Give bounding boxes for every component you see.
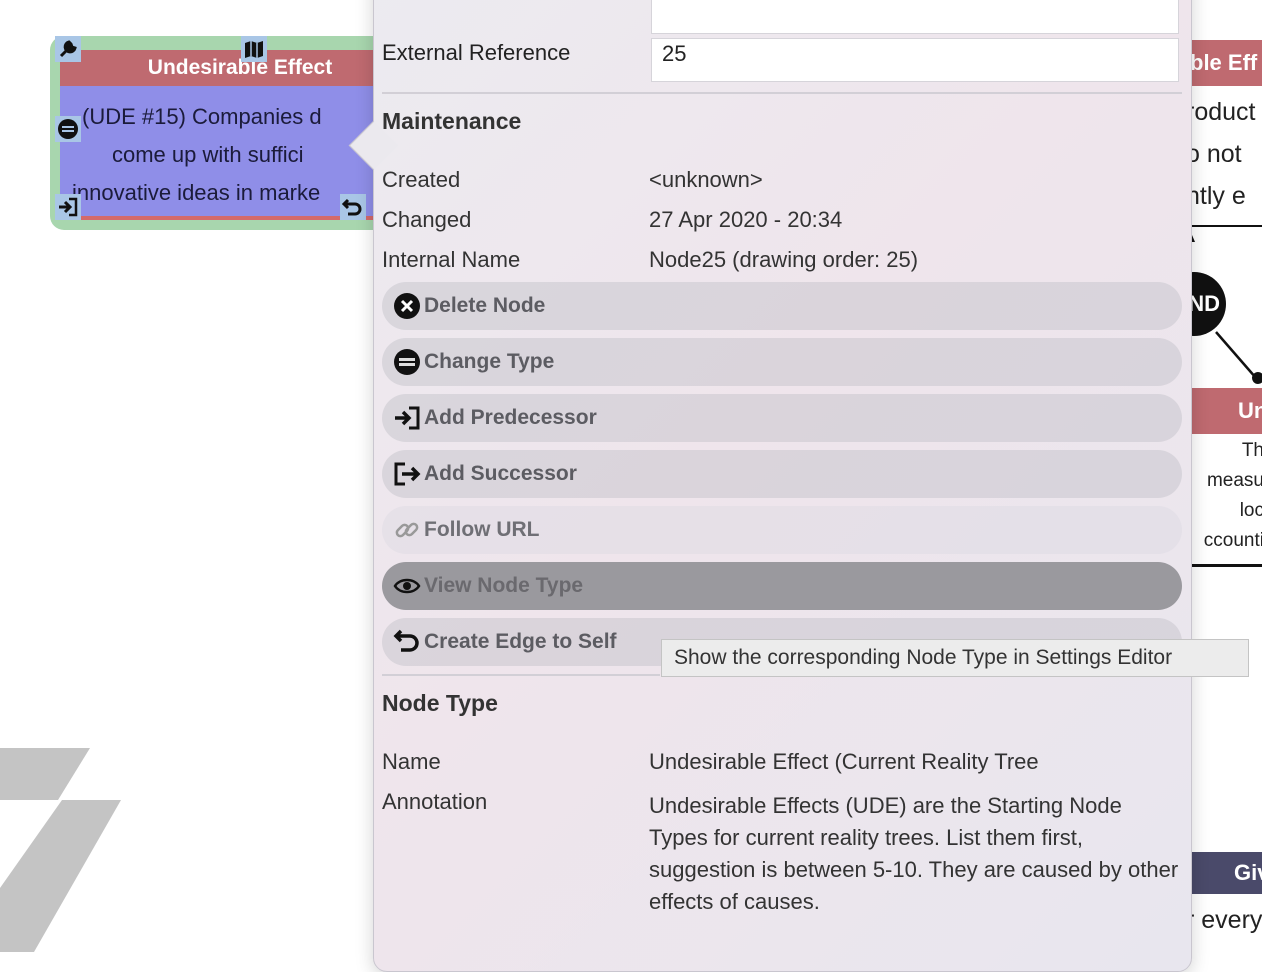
internal-name-value: Node25 (drawing order: 25) — [649, 247, 919, 272]
node-header: Un — [1190, 388, 1262, 434]
node-type-section-title: Node Type — [382, 690, 498, 716]
wrench-icon[interactable] — [55, 36, 81, 62]
changed-label: Changed — [382, 207, 472, 232]
node-line: r every — [1186, 906, 1262, 934]
add-successor-button[interactable]: Add Successor — [382, 450, 1182, 498]
action-label: Delete Node — [424, 294, 546, 317]
divider — [382, 92, 1182, 94]
divider — [382, 674, 660, 676]
node-line: (UDE #15) Companies d — [82, 104, 322, 129]
node-line: Th — [1241, 440, 1262, 461]
add-successor-icon — [392, 459, 422, 489]
create-edge-to-self-icon[interactable] — [340, 194, 366, 220]
canvas-node-right-2[interactable]: Th measu loc ccounti — [1190, 434, 1262, 567]
external-reference-input[interactable]: 25 — [651, 38, 1179, 82]
change-type-button[interactable]: Change Type — [382, 338, 1182, 386]
delete-node-button[interactable]: Delete Node — [382, 282, 1182, 330]
node-line: ccounti — [1203, 530, 1262, 551]
node-line: measu — [1206, 470, 1262, 491]
maintenance-section-title: Maintenance — [382, 108, 522, 134]
annotation-value: Undesirable Effects (UDE) are the Starti… — [649, 793, 1179, 914]
add-predecessor-button[interactable]: Add Predecessor — [382, 394, 1182, 442]
node-line: ntly e — [1186, 182, 1246, 210]
action-label: Change Type — [424, 350, 555, 373]
add-predecessor-icon[interactable] — [55, 194, 81, 220]
view-node-type-button[interactable]: View Node Type — [382, 562, 1182, 610]
action-label: Create Edge to Self — [424, 630, 617, 653]
created-value: <unknown> — [649, 167, 763, 192]
node-line: loc — [1239, 500, 1262, 521]
previous-field-input[interactable] — [651, 0, 1179, 34]
change-type-icon[interactable] — [55, 116, 81, 142]
action-label: Add Successor — [424, 462, 577, 485]
follow-url-button[interactable]: Follow URL — [382, 506, 1182, 554]
action-label: Follow URL — [424, 518, 540, 541]
node-line: come up with suffici — [112, 142, 304, 167]
name-value: Undesirable Effect (Current Reality Tree — [649, 749, 1039, 774]
internal-name-label: Internal Name — [382, 247, 521, 272]
change-type-icon — [392, 347, 422, 377]
external-reference-label: External Reference — [382, 40, 571, 65]
link-icon — [392, 515, 422, 545]
node-line: o not — [1186, 140, 1242, 168]
canvas-node-ude-15[interactable]: Undesirable Effect (UDE #15) Companies d… — [50, 36, 390, 230]
name-label: Name — [382, 749, 441, 774]
node-header: ble Eff — [1190, 40, 1262, 86]
node-line: roduct — [1186, 98, 1256, 126]
annotation-label: Annotation — [382, 789, 488, 814]
x-circle-icon — [392, 291, 422, 321]
action-label: Add Predecessor — [424, 406, 597, 429]
tooltip: Show the corresponding Node Type in Sett… — [661, 639, 1249, 677]
changed-value: 27 Apr 2020 - 20:34 — [649, 207, 843, 232]
app-logo — [0, 748, 121, 952]
map-icon[interactable] — [241, 36, 267, 62]
node-header: Undesirable Effect — [60, 50, 390, 86]
created-label: Created — [382, 167, 461, 192]
node-header: Giv — [1190, 852, 1262, 894]
eye-icon — [392, 571, 422, 601]
action-label: View Node Type — [424, 574, 584, 597]
add-predecessor-icon — [392, 403, 422, 433]
undo-arrow-icon — [392, 627, 422, 657]
